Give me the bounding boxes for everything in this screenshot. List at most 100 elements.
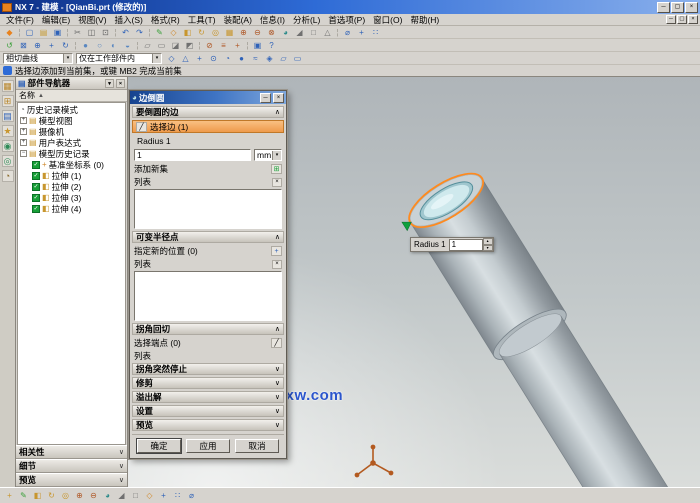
cut[interactable]: ✂	[71, 27, 84, 38]
child-restore-button[interactable]: ▢	[677, 15, 687, 24]
apply-button[interactable]: 应用	[186, 439, 230, 453]
show-hide[interactable]: ⊘	[203, 40, 216, 51]
snap-intersection[interactable]: ⊙	[207, 53, 220, 64]
zoom-view[interactable]: ⊕	[31, 40, 44, 51]
menu-item[interactable]: 信息(I)	[256, 14, 289, 26]
pan-view[interactable]: +	[45, 40, 58, 51]
menu-item[interactable]: 窗口(O)	[369, 14, 406, 26]
measure-tool[interactable]: ⌀	[185, 490, 198, 501]
new-file[interactable]: ▢	[23, 27, 36, 38]
paste[interactable]: ⊡	[99, 27, 112, 38]
snap-arc-center[interactable]: ◔	[221, 53, 234, 64]
tree-item-extrude-4[interactable]: ✓ ◧ 拉伸 (4)	[18, 203, 125, 214]
onscreen-radius-input[interactable]: Radius 1 ▴ ▾	[410, 237, 494, 252]
specify-point-row[interactable]: 指定新的位置 (0) +	[132, 245, 284, 257]
pattern-tool[interactable]: ∷	[171, 490, 184, 501]
dialog-close-button[interactable]: ×	[273, 92, 284, 103]
window-maximize-button[interactable]: ▢	[671, 1, 684, 13]
tree-item-model-history[interactable]: − ▤ 模型历史记录	[18, 148, 125, 159]
revolve-tool[interactable]: ↻	[45, 490, 58, 501]
intersect[interactable]: ⊗	[265, 27, 278, 38]
select-edge-row[interactable]: ╱ 选择边 (1)	[132, 120, 284, 133]
dialog-section-collapsed[interactable]: 修剪 ∨	[132, 377, 284, 389]
menu-item[interactable]: 首选项(P)	[324, 14, 369, 26]
open-file[interactable]: ▤	[37, 27, 50, 38]
subtract-tool[interactable]: ⊖	[87, 490, 100, 501]
rotate-view[interactable]: ↻	[59, 40, 72, 51]
front-view[interactable]: ▱	[141, 40, 154, 51]
dialog-section-collapsed[interactable]: 拐角突然停止 ∨	[132, 363, 284, 375]
expand-icon[interactable]: +	[20, 117, 27, 124]
spinner-down-icon[interactable]: ▾	[482, 244, 493, 251]
remove-item-icon[interactable]: ×	[272, 259, 282, 269]
shaded-view[interactable]: ●	[79, 40, 92, 51]
navigator-section-bar[interactable]: 细节 ∨	[16, 459, 127, 473]
snap-endpoint[interactable]: ◇	[165, 53, 178, 64]
expand-icon[interactable]: +	[20, 128, 27, 135]
tree-item-model-views[interactable]: + ▤ 模型视图	[18, 115, 125, 126]
window-display[interactable]: ▣	[251, 40, 264, 51]
assembly-navigator[interactable]: ▦	[1, 80, 14, 92]
web-browser[interactable]: ◎	[1, 155, 14, 167]
extrude[interactable]: ◧	[181, 27, 194, 38]
radius-floating-field[interactable]	[448, 238, 483, 251]
refresh-view[interactable]: ↺	[3, 40, 16, 51]
constraint-navigator[interactable]: ⊞	[1, 95, 14, 107]
section-edges-to-blend[interactable]: 要倒圆的边 ∧	[132, 106, 284, 118]
revolve[interactable]: ↻	[195, 27, 208, 38]
checkbox-checked-icon[interactable]: ✓	[32, 193, 40, 202]
unite-tool[interactable]: ⊕	[73, 490, 86, 501]
subtract[interactable]: ⊖	[251, 27, 264, 38]
menu-item[interactable]: 视图(V)	[74, 14, 110, 26]
menu-item[interactable]: 帮助(H)	[406, 14, 443, 26]
menu-item[interactable]: 文件(F)	[2, 14, 38, 26]
extrude-tool[interactable]: ◧	[31, 490, 44, 501]
dialog-section-collapsed[interactable]: 预览 ∨	[132, 419, 284, 431]
expand-icon[interactable]: +	[20, 139, 27, 146]
help[interactable]: ?	[265, 40, 278, 51]
menu-item[interactable]: 格式(R)	[147, 14, 184, 26]
block[interactable]: ▦	[223, 27, 236, 38]
collapse-icon[interactable]: −	[20, 150, 27, 157]
move-tool[interactable]: +	[157, 490, 170, 501]
checkbox-checked-icon[interactable]: ✓	[32, 182, 40, 191]
tree-item-cameras[interactable]: + ▤ 摄像机	[18, 126, 125, 137]
history-palette[interactable]: ◔	[1, 170, 14, 182]
datum-plane-tool[interactable]: ◇	[143, 490, 156, 501]
ok-button[interactable]: 确定	[136, 438, 182, 454]
move-object[interactable]: +	[355, 27, 368, 38]
snap-bounded-plane[interactable]: ▱	[277, 53, 290, 64]
fit-view[interactable]: ⊠	[17, 40, 30, 51]
part-navigator[interactable]: ▤	[1, 110, 14, 122]
add-new-set-icon[interactable]: ⊞	[271, 164, 282, 174]
snap-control-point[interactable]: +	[193, 53, 206, 64]
face-analysis[interactable]: ◒	[121, 40, 134, 51]
pattern-feature[interactable]: ∷	[369, 27, 382, 38]
graphics-viewport[interactable]: www.rjzxw.com Radius 1 ▴ ▾ ◕ 边倒圆	[128, 77, 700, 487]
checkbox-checked-icon[interactable]: ✓	[32, 160, 40, 169]
navigator-column-header[interactable]: 名称 ▲	[16, 90, 127, 102]
window-close-button[interactable]: ×	[685, 1, 698, 13]
variable-radius-list[interactable]	[134, 271, 282, 321]
edge-blend[interactable]: ◕	[279, 27, 292, 38]
edge-set-list[interactable]	[134, 189, 282, 229]
menu-item[interactable]: 工具(T)	[184, 14, 220, 26]
selection-scope-combo[interactable]: 仅在工作部件内 ▾	[76, 52, 162, 64]
curve-rule-combo[interactable]: 相切曲线 ▾	[3, 52, 73, 64]
tree-item-user-expressions[interactable]: + ▤ 用户表达式	[18, 137, 125, 148]
undo[interactable]: ↶	[119, 27, 132, 38]
sketch[interactable]: ✎	[153, 27, 166, 38]
section-corner-setback[interactable]: 拐角回切 ∧	[132, 323, 284, 335]
menu-item[interactable]: 分析(L)	[289, 14, 324, 26]
hole[interactable]: ◎	[209, 27, 222, 38]
view-triad[interactable]	[349, 443, 397, 485]
snap-quadrant[interactable]: ●	[235, 53, 248, 64]
dialog-section-collapsed[interactable]: 设置 ∨	[132, 405, 284, 417]
panel-menu-button[interactable]: ▾	[105, 78, 114, 88]
chevron-down-icon[interactable]: ▾	[152, 53, 161, 63]
trim-body[interactable]: △	[321, 27, 334, 38]
navigator-section-bar[interactable]: 相关性 ∨	[16, 445, 127, 459]
snap-datum-plane[interactable]: ▭	[291, 53, 304, 64]
shell[interactable]: □	[307, 27, 320, 38]
unite[interactable]: ⊕	[237, 27, 250, 38]
